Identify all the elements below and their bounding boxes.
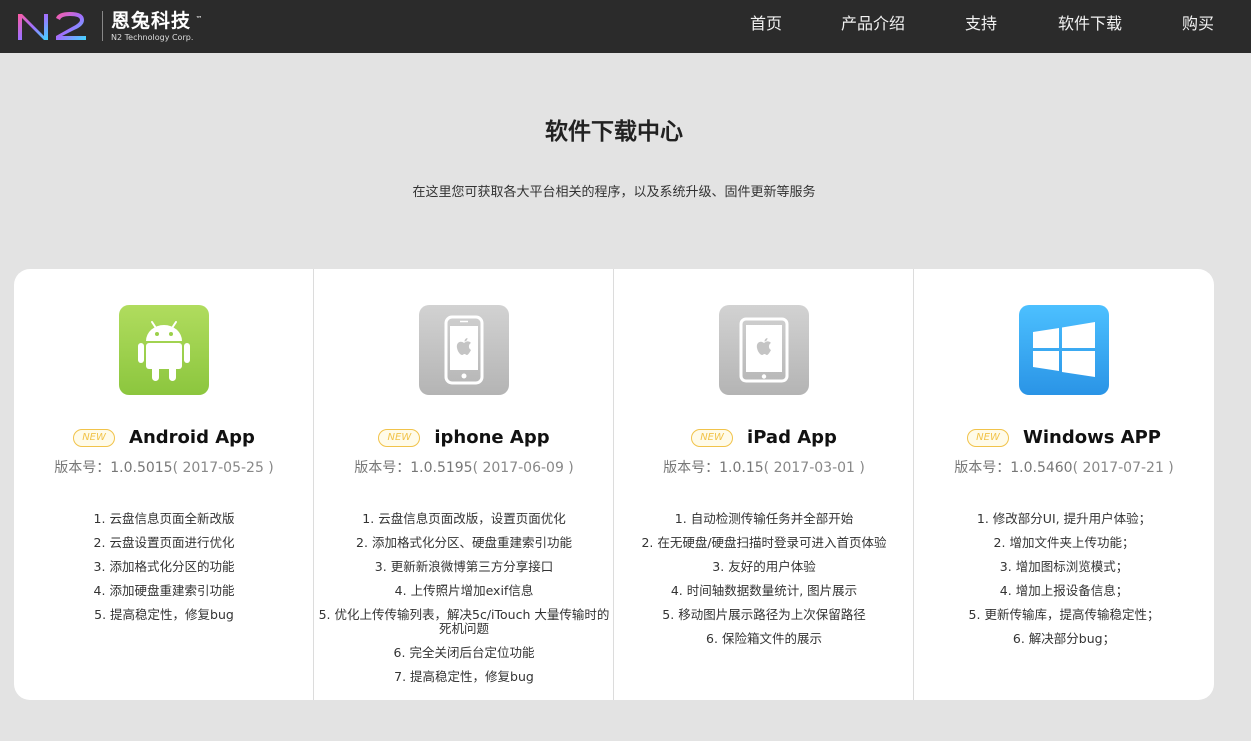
ipad-icon[interactable] <box>719 305 809 395</box>
logo-text: 恩兔科技 ™ N2 Technology Corp. <box>111 9 204 43</box>
app-name-row: NEW iPad App <box>614 427 914 448</box>
release-note: 6. 完全关闭后台定位功能 <box>393 645 535 660</box>
page-title: 软件下载中心 <box>545 119 683 145</box>
release-date: ( 2017-07-21 ) <box>1072 460 1174 476</box>
release-note: 3. 增加图标浏览模式； <box>999 559 1129 574</box>
logo-divider <box>102 11 103 41</box>
top-navigation-bar: 恩兔科技 ™ N2 Technology Corp. 首页 产品介绍 支持 软件下… <box>0 0 1251 53</box>
release-note: 4. 时间轴数据数量统计, 图片展示 <box>670 583 858 598</box>
new-badge: NEW <box>691 428 734 447</box>
release-date: ( 2017-03-01 ) <box>763 460 865 476</box>
release-note: 1. 修改部分UI, 提升用户体验； <box>976 511 1152 526</box>
release-note: 1. 云盘信息页面改版，设置页面优化 <box>362 511 566 526</box>
app-version: 版本号：1.0.5015( 2017-05-25 ) <box>14 457 314 477</box>
app-name[interactable]: iphone App <box>434 427 549 448</box>
release-note: 4. 增加上报设备信息； <box>999 583 1129 598</box>
release-note: 1. 自动检测传输任务并全部开始 <box>674 511 854 526</box>
release-date: ( 2017-06-09 ) <box>472 460 574 476</box>
nav-products[interactable]: 产品介绍 <box>841 14 905 34</box>
app-card-windows: NEW Windows APP 版本号：1.0.5460( 2017-07-21… <box>914 269 1214 700</box>
release-notes: 1. 修改部分UI, 提升用户体验； 2. 增加文件夹上传功能； 3. 增加图标… <box>914 507 1214 651</box>
release-note: 2. 云盘设置页面进行优化 <box>93 535 235 550</box>
release-note: 1. 云盘信息页面全新改版 <box>93 511 235 526</box>
app-card-ipad: NEW iPad App 版本号：1.0.15( 2017-03-01 ) 1.… <box>614 269 914 700</box>
release-note: 5. 更新传输库，提高传输稳定性； <box>968 607 1160 622</box>
release-note: 2. 在无硬盘/硬盘扫描时登录可进入首页体验 <box>641 535 887 550</box>
iphone-icon[interactable] <box>419 305 509 395</box>
release-note: 5. 优化上传传输列表，解决5c/iTouch 大量传输时的死机问题 <box>318 607 610 636</box>
android-icon[interactable] <box>119 305 209 395</box>
release-note: 4. 添加硬盘重建索引功能 <box>93 583 235 598</box>
version-number: 版本号：1.0.15 <box>663 460 764 476</box>
page-subtitle: 在这里您可获取各大平台相关的程序，以及系统升级、固件更新等服务 <box>412 185 816 200</box>
download-panel: NEW Android App 版本号：1.0.5015( 2017-05-25… <box>14 269 1214 700</box>
release-note: 7. 提高稳定性，修复bug <box>394 669 534 684</box>
release-note: 6. 解决部分bug； <box>1012 631 1116 646</box>
nav-support[interactable]: 支持 <box>965 14 997 34</box>
app-card-iphone: NEW iphone App 版本号：1.0.5195( 2017-06-09 … <box>314 269 614 700</box>
version-number: 版本号：1.0.5460 <box>954 460 1073 476</box>
app-name[interactable]: Android App <box>129 427 255 448</box>
nav-buy[interactable]: 购买 <box>1182 14 1214 34</box>
app-name-row: NEW iphone App <box>314 427 614 448</box>
windows-icon[interactable] <box>1019 305 1109 395</box>
app-name[interactable]: Windows APP <box>1023 427 1161 448</box>
version-number: 版本号：1.0.5195 <box>354 460 473 476</box>
release-note: 3. 友好的用户体验 <box>712 559 816 574</box>
release-notes: 1. 自动检测传输任务并全部开始 2. 在无硬盘/硬盘扫描时登录可进入首页体验 … <box>614 507 914 651</box>
nav-downloads[interactable]: 软件下载 <box>1058 14 1122 34</box>
release-note: 2. 增加文件夹上传功能； <box>993 535 1135 550</box>
n2-logo-icon <box>14 8 98 44</box>
release-date: ( 2017-05-25 ) <box>172 460 274 476</box>
new-badge: NEW <box>378 428 421 447</box>
app-name-row: NEW Android App <box>14 427 314 448</box>
nav-home[interactable]: 首页 <box>750 14 782 34</box>
release-note: 5. 提高稳定性，修复bug <box>94 607 234 622</box>
app-version: 版本号：1.0.5460( 2017-07-21 ) <box>914 457 1214 477</box>
app-version: 版本号：1.0.5195( 2017-06-09 ) <box>314 457 614 477</box>
release-note: 6. 保险箱文件的展示 <box>706 631 822 646</box>
app-version: 版本号：1.0.15( 2017-03-01 ) <box>614 457 914 477</box>
release-note: 3. 更新新浪微博第三方分享接口 <box>374 559 554 574</box>
app-name-row: NEW Windows APP <box>914 427 1214 448</box>
new-badge: NEW <box>966 428 1009 447</box>
release-notes: 1. 云盘信息页面全新改版 2. 云盘设置页面进行优化 3. 添加格式化分区的功… <box>14 507 314 627</box>
logo-chinese-name: 恩兔科技 ™ <box>111 9 204 32</box>
app-card-android: NEW Android App 版本号：1.0.5015( 2017-05-25… <box>14 269 314 700</box>
app-name[interactable]: iPad App <box>747 427 837 448</box>
logo-english-name: N2 Technology Corp. <box>111 32 194 42</box>
release-note: 4. 上传照片增加exif信息 <box>394 583 534 598</box>
version-number: 版本号：1.0.5015 <box>54 460 173 476</box>
brand-logo[interactable]: 恩兔科技 ™ N2 Technology Corp. <box>14 6 204 46</box>
release-note: 2. 添加格式化分区、硬盘重建索引功能 <box>356 535 572 550</box>
release-note: 3. 添加格式化分区的功能 <box>93 559 235 574</box>
new-badge: NEW <box>73 428 116 447</box>
release-note: 5. 移动图片展示路径为上次保留路径 <box>662 607 866 622</box>
release-notes: 1. 云盘信息页面改版，设置页面优化 2. 添加格式化分区、硬盘重建索引功能 3… <box>314 507 614 689</box>
